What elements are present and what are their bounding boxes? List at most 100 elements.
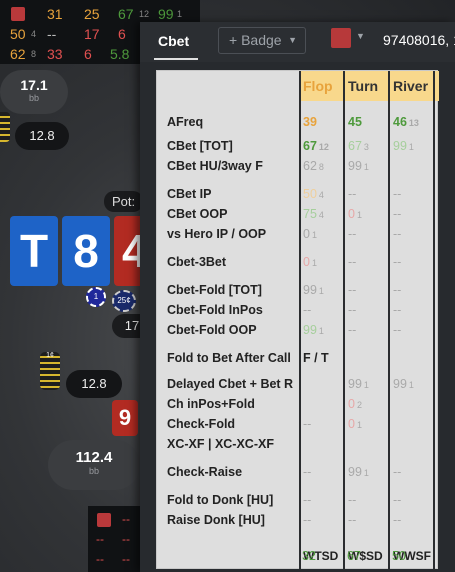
stat-value-turn[interactable]: 99 1 [348,159,369,173]
add-badge-button[interactable]: + Badge ▼ [218,27,306,54]
cell-marker [343,435,345,455]
stat-value-flop[interactable]: -- [303,493,311,507]
stat-value-flop[interactable]: 39 [303,115,317,129]
stat-value-flop[interactable]: 50 4 [303,187,324,201]
player-stack-top[interactable]: 17.1 bb [0,70,68,114]
stat-value-turn[interactable]: 01 [348,207,362,221]
stat-value-flop[interactable]: 99 1 [303,283,324,297]
stat-value-river[interactable]: -- [393,187,401,201]
hud-stat: 6 [118,26,126,42]
stat-value-river[interactable]: -- [393,303,401,317]
hud-stat: 17 [84,26,100,42]
stat-value-river[interactable]: -- [393,207,401,221]
stat-value-turn[interactable]: 45 [348,115,362,129]
cell-marker [388,253,390,273]
cell-marker [343,463,345,483]
stat-label: Cbet-Fold [TOT] [167,283,262,297]
stat-value-river[interactable]: -- [393,513,401,527]
chevron-down-icon: ▼ [288,35,297,45]
stat-value-river[interactable]: 99 1 [393,377,414,391]
stat-label: Cbet-3Bet [167,255,227,269]
stat-value-river[interactable]: -- [393,493,401,507]
cell-marker [388,375,390,395]
stat-value-flop[interactable]: 62 8 [303,159,324,173]
board-card: 8 [62,216,110,286]
stat-value-turn[interactable]: 99 1 [348,377,369,391]
stat-value-river[interactable]: -- [393,227,401,241]
stat-value-turn[interactable]: -- [348,187,356,201]
stat-value-river[interactable]: -- [393,255,401,269]
player-stack-unit: bb [28,93,39,103]
stat-value-turn[interactable]: -- [348,493,356,507]
stat-value-flop[interactable]: F / T [303,351,329,365]
stat-value-turn[interactable]: -- [348,227,356,241]
sample-count: 1 [408,380,414,390]
stat-value-flop[interactable]: 67 12 [303,139,329,153]
poker-table: 31 25 67 12 99 1 50 4 -- 17 6 14 62 8 33… [0,0,455,572]
sample-count: 1 [356,210,362,220]
stat-value-turn[interactable]: 02 [348,397,362,411]
cell-marker [343,395,345,415]
stat-label: vs Hero IP / OOP [167,227,267,241]
chip-icon: 25¢ [112,290,136,312]
stat-value-river[interactable]: 46 13 [393,115,419,129]
hud-stat: 31 [47,6,63,22]
player-stack-hero[interactable]: 112.4 bb [48,440,140,490]
tab-cbet[interactable]: Cbet [158,33,189,49]
stat-label: Fold to Donk [HU] [167,493,274,507]
stat-value-flop[interactable]: 01 [303,227,317,241]
player-stack-unit: bb [88,466,99,476]
cell-marker [388,435,390,455]
sample-count: 4 [318,210,324,220]
stat-value-turn[interactable]: -- [348,255,356,269]
hud-stat: 33 [47,46,63,62]
stat-value-flop[interactable]: -- [303,303,311,317]
hud-stat: 50 [10,26,26,42]
cell-marker [343,253,345,273]
stat-label: CBet HU/3way F [167,159,263,173]
chevron-down-icon[interactable]: ▼ [356,31,365,41]
player-color-marker [97,513,111,527]
stat-value-turn[interactable]: 01 [348,417,362,431]
cell-marker [343,415,345,435]
cell-marker [388,395,390,415]
stat-value-flop[interactable]: -- [303,465,311,479]
player-id: 97408016, 1 [383,32,455,48]
stat-value-river[interactable]: -- [393,465,401,479]
cell-marker [343,137,345,157]
stat-value-river[interactable]: -- [393,323,401,337]
stat-value-turn[interactable]: 67 3 [348,139,369,153]
stat-value-flop[interactable]: 99 1 [303,323,324,337]
footer-value-wwsf: 50 [392,549,406,563]
stat-value-turn[interactable]: -- [348,283,356,297]
stat-value-turn[interactable]: -- [348,513,356,527]
sample-count: 2 [356,400,362,410]
stat-value-flop[interactable]: -- [303,417,311,431]
stat-label: CBet IP [167,187,212,201]
stat-value-turn[interactable]: -- [348,323,356,337]
stat-value-turn[interactable]: -- [348,303,356,317]
sample-count: 1 [408,142,414,152]
stat-value-flop[interactable]: -- [303,513,311,527]
stat-label: Check-Fold [167,417,236,431]
sample-count: 4 [318,190,324,200]
hero-hud-bottom[interactable]: -- -- -- -- -- [88,506,140,572]
stat-value-river[interactable]: -- [393,283,401,297]
player-color-picker[interactable] [331,28,351,48]
sample-count: 8 [318,162,324,172]
cell-marker [388,225,390,245]
stat-label: XC-XF | XC-XC-XF [167,437,274,451]
stat-value-river[interactable]: 99 1 [393,139,414,153]
cell-marker [388,157,390,177]
stat-label: CBet OOP [167,207,228,221]
cell-marker [343,185,345,205]
stat-value-flop[interactable]: 01 [303,255,317,269]
stat-value-flop[interactable]: 75 4 [303,207,324,221]
bet-chip-icon [0,112,10,142]
stats-popup: Cbet + Badge ▼ ▼ 97408016, 1 Flop Turn R… [140,22,455,572]
column-header-flop: Flop [303,78,333,94]
column-header-turn: Turn [348,78,379,94]
stat-value-turn[interactable]: 99 1 [348,465,369,479]
hud-stat-count: 12 [139,9,150,19]
hud-stat: 5.8 [110,46,130,62]
